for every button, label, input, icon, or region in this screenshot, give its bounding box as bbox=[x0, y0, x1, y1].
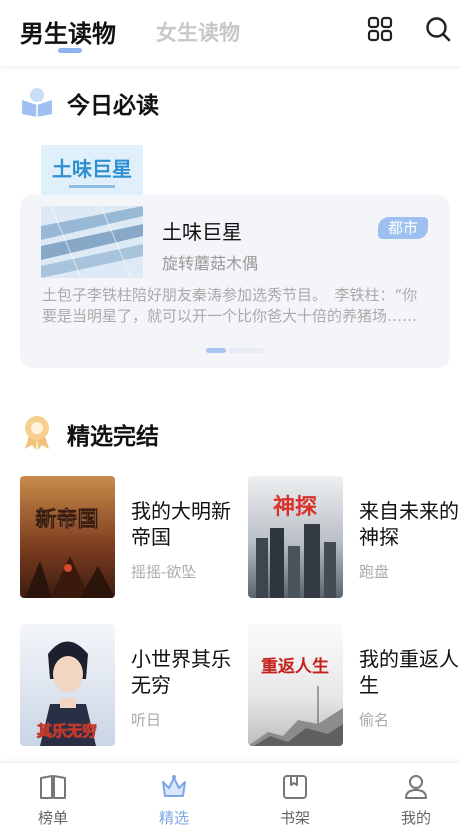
nav-label-featured: 精选 bbox=[158, 809, 189, 827]
book-reading-icon bbox=[22, 88, 52, 117]
book-author-3: 听日 bbox=[131, 711, 162, 729]
book-author-1: 摇摇-欲坠 bbox=[131, 563, 197, 581]
book-cover-2[interactable]: 神探 bbox=[248, 476, 343, 598]
grid-icon[interactable] bbox=[367, 16, 393, 42]
section-title-today: 今日必读 bbox=[67, 93, 159, 119]
book-title-2[interactable]: 来自未来的神探 bbox=[359, 498, 459, 550]
book-title-3[interactable]: 小世界其乐无穷 bbox=[131, 646, 231, 698]
book-cover-1[interactable]: 新帝国 bbox=[20, 476, 115, 598]
book-cover-3[interactable]: 其乐无穷 bbox=[20, 624, 115, 746]
book-title-4[interactable]: 我的重返人生 bbox=[359, 646, 459, 698]
nav-item-featured[interactable]: 精选 bbox=[134, 763, 214, 830]
tab-male-books[interactable]: 男生读物 bbox=[20, 14, 116, 49]
cover-title-text: 土味巨星 bbox=[52, 157, 132, 181]
today-book-synopsis: 土包子李铁柱陪好朋友秦涛参加选秀节目。 李铁柱：“你要是当明星了，就可以开一个比… bbox=[42, 286, 418, 325]
section-title-finished: 精选完结 bbox=[67, 424, 159, 450]
book-cover-today[interactable] bbox=[41, 206, 143, 278]
nav-label-mine: 我的 bbox=[400, 809, 431, 827]
nav-label-bookshelf: 书架 bbox=[279, 809, 310, 827]
award-medal-icon bbox=[25, 416, 49, 450]
active-tab-indicator bbox=[58, 48, 82, 53]
user-icon bbox=[405, 775, 427, 799]
bookshelf-icon bbox=[283, 775, 307, 799]
app-screen: 男生读物 女生读物 今日必读 土味巨星 土味巨星 旋转蘑菇木偶 都市 土包子李铁… bbox=[0, 0, 462, 830]
genre-tag: 都市 bbox=[378, 217, 428, 239]
carousel-dot-active bbox=[206, 348, 226, 353]
carousel-dot bbox=[228, 348, 264, 353]
book-title-1[interactable]: 我的大明新帝国 bbox=[131, 498, 231, 550]
nav-item-ranking[interactable]: 榜单 bbox=[13, 763, 93, 830]
today-book-title[interactable]: 土味巨星 bbox=[162, 216, 242, 245]
book-cover-back[interactable]: 土味巨星 bbox=[41, 145, 143, 199]
search-icon[interactable] bbox=[425, 16, 451, 42]
bottom-navigation: 榜单 精选 书架 我的 bbox=[0, 763, 462, 830]
top-header: 男生读物 女生读物 bbox=[0, 0, 462, 66]
crown-icon bbox=[162, 775, 186, 797]
cover-title-text: 其乐无穷 bbox=[37, 722, 97, 740]
nav-item-mine[interactable]: 我的 bbox=[376, 763, 456, 830]
tab-female-books[interactable]: 女生读物 bbox=[156, 17, 240, 47]
nav-item-bookshelf[interactable]: 书架 bbox=[255, 763, 335, 830]
nav-label-ranking: 榜单 bbox=[37, 809, 68, 827]
book-open-icon bbox=[40, 775, 66, 799]
cover-title-text: 神探 bbox=[273, 494, 317, 520]
today-book-author: 旋转蘑菇木偶 bbox=[162, 254, 259, 273]
book-author-2: 跑盘 bbox=[359, 563, 390, 581]
cover-title-text: 新帝国 bbox=[36, 506, 99, 531]
cover-title-text: 重返人生 bbox=[261, 656, 329, 677]
book-author-4: 偷名 bbox=[359, 711, 390, 729]
book-cover-4[interactable]: 重返人生 bbox=[248, 624, 343, 746]
